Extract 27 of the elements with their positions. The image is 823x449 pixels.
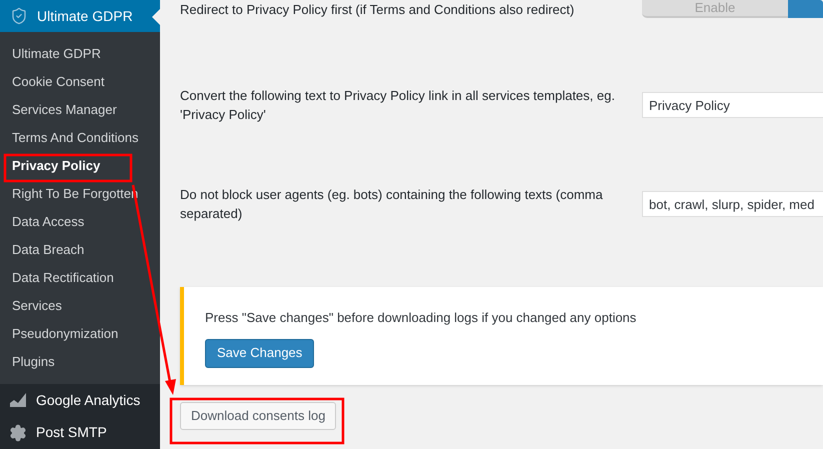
save-changes-button[interactable]: Save Changes: [205, 338, 314, 368]
current-menu-pointer: [152, 9, 160, 25]
submenu-item[interactable]: Privacy Policy: [0, 151, 160, 180]
text-field[interactable]: Privacy Policy: [642, 92, 823, 118]
submenu-item[interactable]: Services Manager: [0, 95, 160, 124]
submenu-item[interactable]: Pseudonymization: [0, 319, 160, 348]
submenu-item[interactable]: Data Access: [0, 207, 160, 236]
submenu-item[interactable]: Cookie Consent: [0, 67, 160, 96]
setting-label: Do not block user agents (eg. bots) containing the following texts (comma separated): [180, 186, 604, 223]
menu-item[interactable]: Google Analytics: [0, 384, 160, 417]
submenu-item[interactable]: Ultimate GDPR: [0, 39, 160, 68]
submenu-item[interactable]: Data Breach: [0, 235, 160, 264]
download-log-button[interactable]: Download consents log: [180, 402, 336, 430]
notice-text: Press "Save changes" before downloading logs if you changed any options: [205, 309, 636, 327]
submenu-item[interactable]: Data Rectification: [0, 263, 160, 292]
shield-icon: [10, 7, 28, 26]
menu-item[interactable]: Post SMTP: [0, 416, 160, 449]
submenu-item[interactable]: Plugins: [0, 347, 160, 376]
submenu-item[interactable]: Terms And Conditions: [0, 123, 160, 152]
text-field[interactable]: bot, crawl, slurp, spider, med: [642, 191, 823, 217]
submenu-item[interactable]: Services: [0, 291, 160, 320]
area-chart-icon: [9, 392, 27, 408]
menu-header[interactable]: Ultimate GDPR: [0, 0, 160, 32]
setting-label: Redirect to Privacy Policy first (if Terms and Conditions also redirect): [180, 1, 576, 19]
setting-label: Convert the following text to Privacy Policy link in all services templates, eg. 'Privacy Policy': [180, 87, 616, 124]
toggle-option[interactable]: [788, 0, 823, 18]
gear-icon: [9, 424, 27, 442]
